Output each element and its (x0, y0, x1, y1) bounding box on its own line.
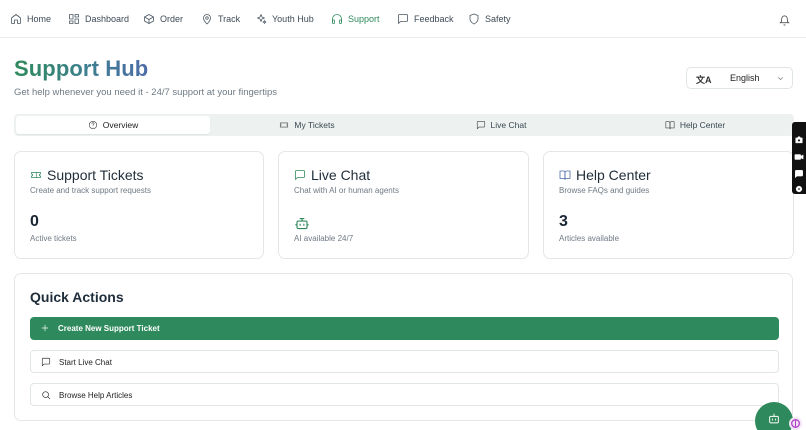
nav-item-label: Dashboard (85, 13, 130, 24)
card-caption: Articles available (559, 234, 620, 243)
tab-overview[interactable]: Overview (16, 116, 210, 134)
search-icon (42, 391, 51, 400)
tab-live-chat[interactable]: Live Chat (404, 116, 598, 134)
card-caption: AI available 24/7 (294, 234, 354, 243)
sparkles-icon (257, 13, 267, 24)
book-open-icon (665, 121, 675, 130)
card-description: Create and track support requests (30, 186, 151, 195)
bot-icon (769, 413, 779, 424)
box-icon (144, 13, 154, 24)
message-square-icon (398, 13, 408, 24)
nav-item-label: Feedback (414, 13, 454, 24)
tab-label: Live Chat (490, 120, 527, 130)
live-chat-card[interactable]: Live Chat Chat with AI or human agents A… (278, 151, 529, 259)
nav-item-label: Order (160, 13, 184, 24)
home-icon (11, 13, 21, 24)
settings-icon[interactable] (794, 181, 804, 193)
map-pin-icon (203, 13, 211, 24)
ticket-icon (31, 172, 41, 178)
message-square-icon (41, 357, 51, 367)
message-square-icon (476, 120, 485, 130)
nav-item-label: Youth Hub (272, 13, 314, 24)
tab-my-tickets[interactable]: My Tickets (210, 116, 404, 134)
articles-count: 3 (559, 213, 568, 230)
top-navigation: Home Dashboard Order Track Youth Hub Sup… (0, 0, 806, 38)
bell-icon (779, 15, 790, 26)
book-open-icon (559, 170, 571, 180)
video-icon[interactable] (794, 149, 804, 160)
translate-icon: 文A (696, 75, 712, 85)
tab-label: Help Center (679, 120, 726, 130)
plus-icon (41, 324, 49, 332)
ai-assistant-icon[interactable] (789, 417, 802, 430)
page-title: Support Hub (14, 56, 149, 81)
nav-item-track[interactable]: Track (201, 0, 240, 38)
nav-item-support[interactable]: Support (331, 0, 380, 38)
floating-toolbar (792, 122, 806, 194)
nav-item-label: Track (218, 13, 241, 24)
language-select[interactable]: 文A English (686, 67, 793, 89)
notifications-button[interactable] (779, 13, 790, 26)
help-center-card[interactable]: Help Center Browse FAQs and guides 3 Art… (543, 151, 794, 259)
nav-item-dashboard[interactable]: Dashboard (68, 0, 129, 38)
chevron-down-icon (776, 74, 785, 83)
language-value: English (730, 73, 760, 83)
nav-item-feedback[interactable]: Feedback (397, 0, 454, 38)
nav-item-label: Safety (485, 13, 511, 24)
tab-list: Overview My Tickets Live Chat Help Cente… (14, 114, 794, 136)
message-square-icon (295, 170, 305, 180)
card-description: Chat with AI or human agents (294, 186, 399, 195)
camera-icon[interactable] (794, 132, 804, 144)
nav-item-home[interactable]: Home (10, 0, 51, 38)
browse-help-articles-button[interactable]: Browse Help Articles (30, 383, 779, 406)
card-title: Live Chat (294, 167, 370, 183)
chat-icon[interactable] (794, 166, 804, 179)
page-subtitle: Get help whenever you need it - 24/7 sup… (14, 87, 277, 98)
active-tickets-count: 0 (30, 213, 39, 230)
start-live-chat-button[interactable]: Start Live Chat (30, 350, 779, 373)
card-caption: Active tickets (30, 234, 77, 243)
support-tickets-card[interactable]: Support Tickets Create and track support… (14, 151, 264, 259)
nav-item-youth-hub[interactable]: Youth Hub (255, 0, 314, 38)
nav-item-label: Home (27, 13, 52, 24)
tab-label: My Tickets (294, 120, 335, 130)
nav-item-order[interactable]: Order (143, 0, 183, 38)
headphones-icon (332, 13, 342, 24)
nav-item-safety[interactable]: Safety (468, 0, 511, 38)
card-title: Help Center (559, 167, 651, 183)
card-description: Browse FAQs and guides (559, 186, 650, 195)
tab-label: Overview (102, 120, 139, 130)
help-circle-icon (88, 120, 97, 130)
grid-icon (69, 13, 79, 24)
quick-actions-title: Quick Actions (30, 289, 124, 305)
card-title: Support Tickets (30, 167, 144, 183)
quick-actions-panel: Quick Actions Create New Support Ticket … (14, 273, 793, 421)
tab-help-center[interactable]: Help Center (598, 116, 792, 134)
bot-icon (294, 216, 310, 231)
create-ticket-button[interactable]: Create New Support Ticket (30, 317, 779, 340)
nav-item-label: Support (348, 13, 380, 24)
shield-icon (469, 13, 479, 24)
ticket-icon (280, 122, 289, 128)
